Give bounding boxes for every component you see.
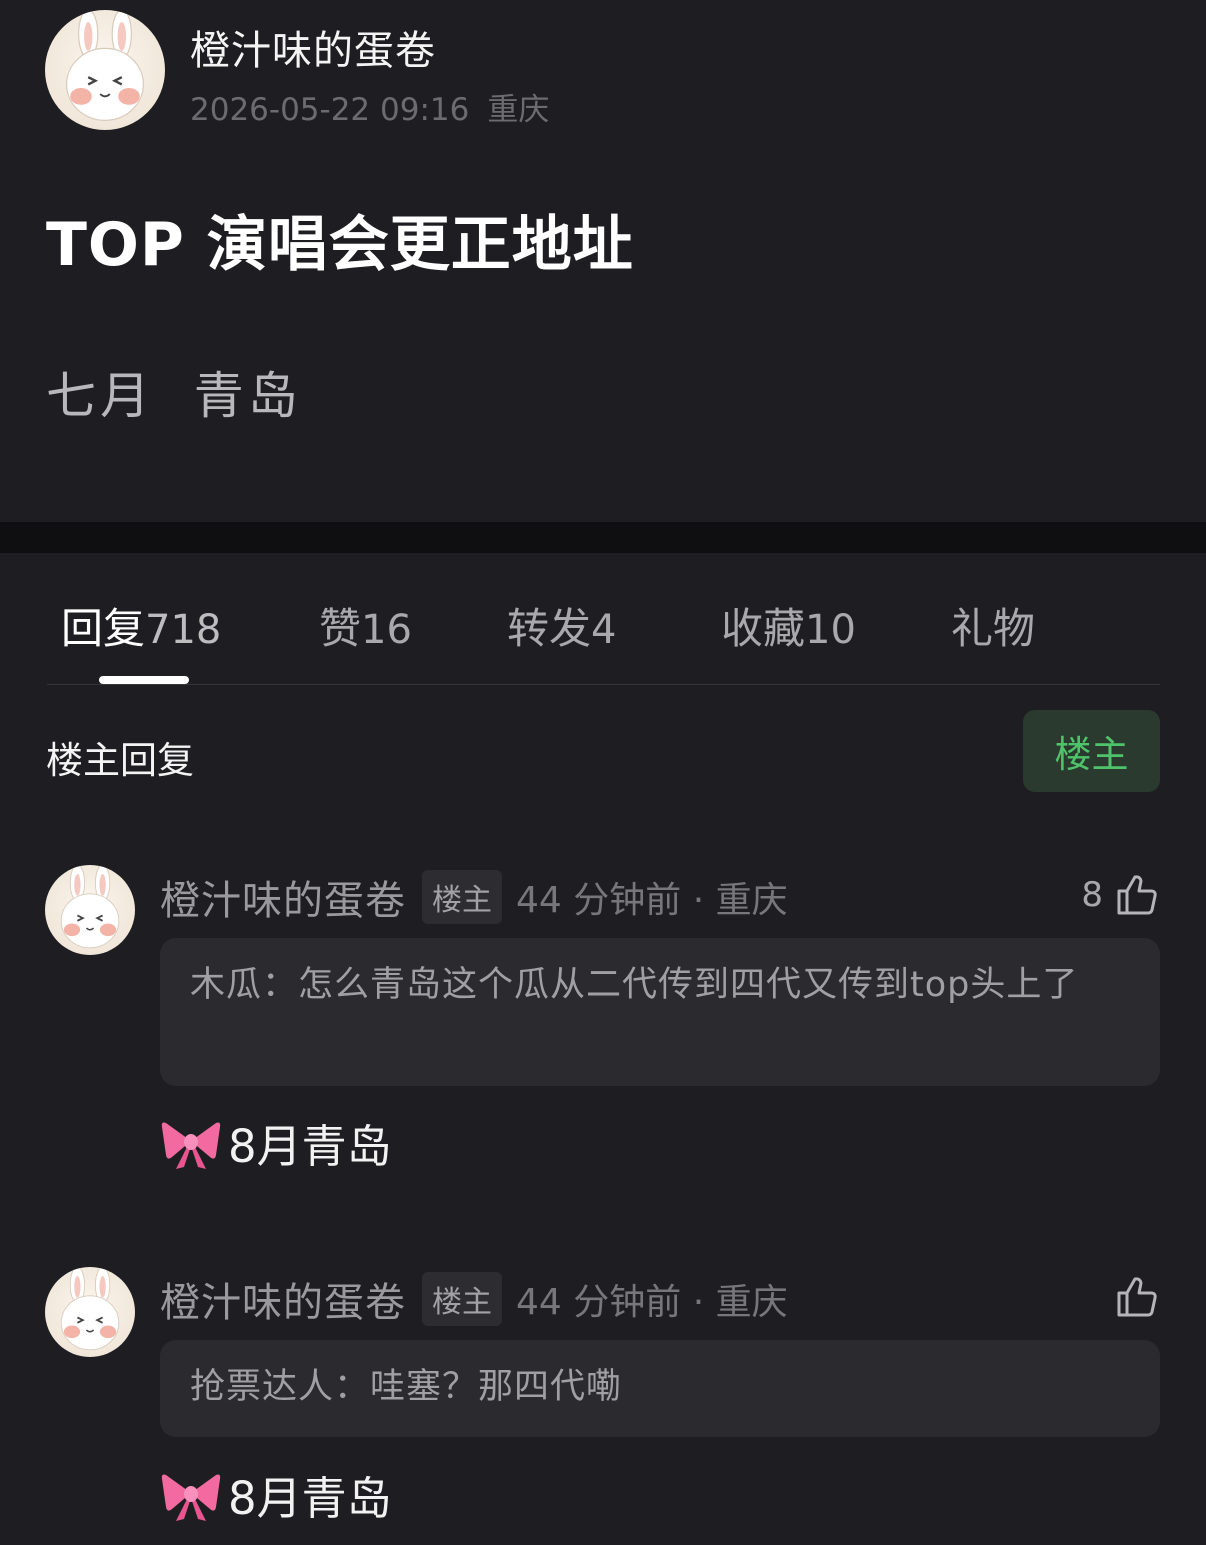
ribbon-bow-icon (160, 1115, 222, 1171)
op-replies-heading: 楼主回复 (46, 739, 194, 782)
comment-item: 橙汁味的蛋卷 楼主 44 分钟前 · 重庆 8 木瓜：怎么青岛这个瓜从二代传到四… (0, 865, 1206, 1175)
comment-time: 44 分钟前 · 重庆 (516, 1282, 788, 1323)
like-button[interactable] (1103, 1273, 1161, 1321)
tab-replies[interactable]: 回复718 (61, 595, 221, 656)
comment-author[interactable]: 橙汁味的蛋卷 (160, 868, 406, 926)
like-button[interactable]: 8 (1081, 871, 1161, 919)
tab-count: 718 (145, 607, 222, 653)
like-count: 8 (1081, 875, 1103, 915)
tab-label: 礼物 (951, 604, 1036, 653)
tab-count: 10 (805, 607, 856, 653)
tab-gifts[interactable]: 礼物 (951, 595, 1035, 656)
quoted-comment[interactable]: 木瓜：怎么青岛这个瓜从二代传到四代又传到top头上了 (160, 938, 1160, 1086)
thumbs-up-icon (1117, 1277, 1157, 1317)
post-body: 七月 青岛 (46, 367, 302, 425)
commenter-avatar[interactable] (45, 1267, 135, 1357)
tabs-divider (47, 684, 1160, 685)
post-meta: 2026-05-22 09:16 重庆 (190, 84, 549, 129)
author-avatar[interactable] (45, 10, 165, 130)
quoted-comment[interactable]: 抢票达人：哇塞？那四代嘞 (160, 1340, 1160, 1437)
reply-content: 8月青岛 (228, 1120, 392, 1173)
comment-header: 橙汁味的蛋卷 楼主 44 分钟前 · 重庆 (160, 867, 788, 927)
bunny-avatar-icon (66, 10, 144, 121)
tab-count: 16 (361, 607, 412, 653)
op-filter-button[interactable]: 楼主 (1023, 710, 1160, 792)
post-title: TOP 演唱会更正地址 (46, 210, 634, 280)
reply-content: 8月青岛 (228, 1472, 392, 1525)
comment-item: 橙汁味的蛋卷 楼主 44 分钟前 · 重庆 抢票达人：哇塞？那四代嘞 8月青岛 (0, 1267, 1206, 1545)
post-location: 重庆 (487, 92, 550, 128)
thumbs-up-icon (1117, 875, 1157, 915)
comment-time: 44 分钟前 · 重庆 (516, 880, 788, 921)
tab-label: 回复 (61, 604, 146, 653)
interaction-tabs: 回复718 赞16 转发4 收藏10 礼物 (0, 553, 1206, 685)
tab-label: 收藏 (721, 604, 806, 653)
bunny-avatar-icon (60, 865, 120, 949)
comment-header: 橙汁味的蛋卷 楼主 44 分钟前 · 重庆 (160, 1269, 788, 1329)
tab-reposts[interactable]: 转发4 (507, 595, 616, 656)
tab-label: 赞 (319, 604, 362, 653)
tab-count: 4 (591, 607, 617, 653)
active-tab-indicator (99, 676, 189, 684)
tab-favorites[interactable]: 收藏10 (721, 595, 856, 656)
section-divider (0, 522, 1206, 553)
post: 橙汁味的蛋卷 2026-05-22 09:16 重庆 TOP 演唱会更正地址 七月… (0, 0, 1206, 522)
op-badge: 楼主 (422, 870, 502, 924)
reply-text: 8月青岛 (160, 1462, 392, 1527)
commenter-avatar[interactable] (45, 865, 135, 955)
post-datetime: 2026-05-22 09:16 (190, 92, 470, 128)
op-badge: 楼主 (422, 1272, 502, 1326)
comment-author[interactable]: 橙汁味的蛋卷 (160, 1270, 406, 1328)
ribbon-bow-icon (160, 1467, 222, 1523)
tab-label: 转发 (507, 604, 592, 653)
post-detail-page: 橙汁味的蛋卷 2026-05-22 09:16 重庆 TOP 演唱会更正地址 七月… (0, 0, 1206, 1545)
reply-text: 8月青岛 (160, 1110, 392, 1175)
tab-likes[interactable]: 赞16 (319, 595, 412, 656)
bunny-avatar-icon (60, 1267, 120, 1351)
post-author-name[interactable]: 橙汁味的蛋卷 (190, 18, 436, 76)
